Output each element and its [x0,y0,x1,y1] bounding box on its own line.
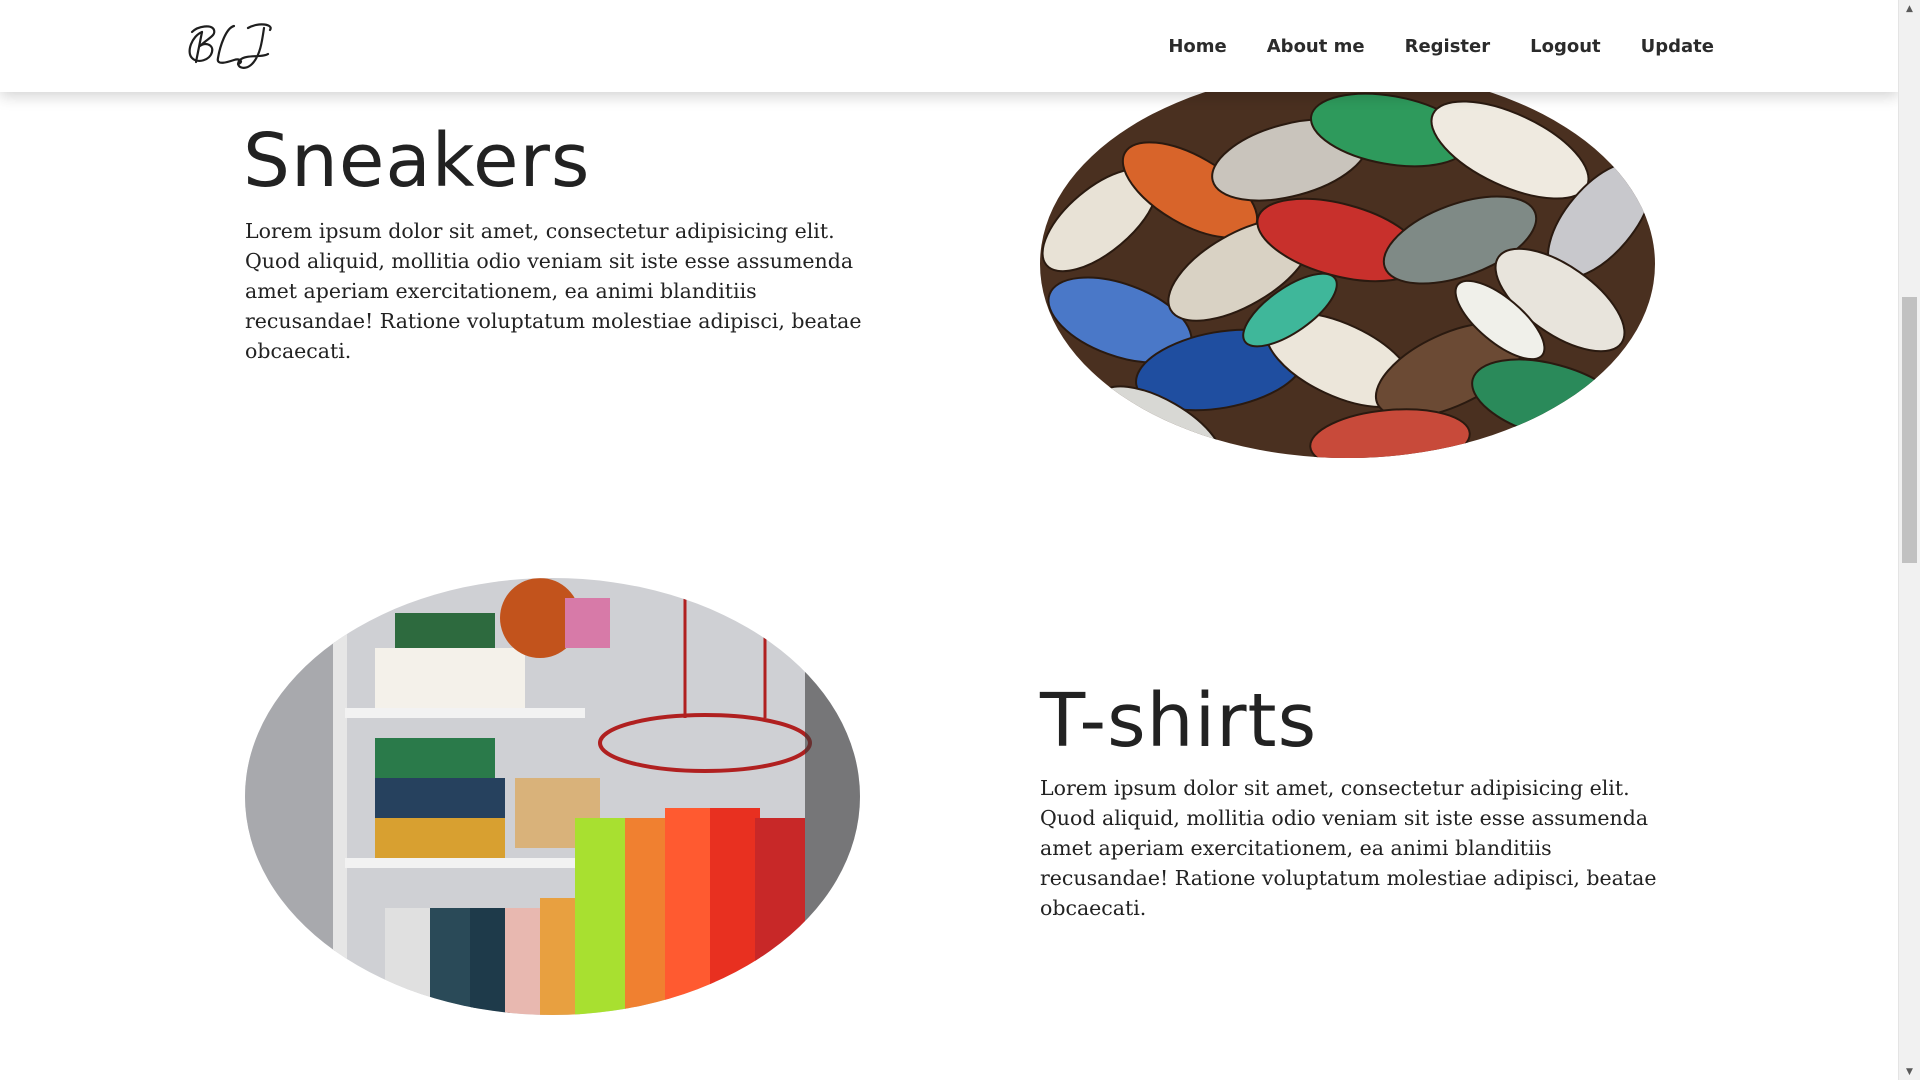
clothing-rack-illustration [245,578,860,1015]
scroll-up-arrow-icon[interactable]: ▲ [1899,0,1920,17]
nav-link-logout[interactable]: Logout [1530,36,1601,57]
logo[interactable] [182,18,286,74]
nav-link-about-me[interactable]: About me [1267,36,1365,57]
sneakers-pile-illustration [1040,70,1655,458]
nav-link-register[interactable]: Register [1405,36,1491,57]
tshirts-image [245,578,860,1015]
nav-link-home[interactable]: Home [1168,36,1226,57]
section-title-sneakers: Sneakers [243,118,591,204]
scrollbar-thumb[interactable] [1902,297,1917,563]
nav-link-update[interactable]: Update [1641,36,1714,57]
section-text-sneakers: Lorem ipsum dolor sit amet, consectetur … [245,219,862,363]
logo-blj-script [188,23,272,69]
section-text-tshirts: Lorem ipsum dolor sit amet, consectetur … [1040,776,1657,920]
section-title-tshirts: T-shirts [1040,678,1318,764]
page-scrollbar[interactable]: ▲ ▼ [1898,0,1920,1080]
scroll-down-arrow-icon[interactable]: ▼ [1899,1063,1920,1080]
nav-menu: Home About me Register Logout Update [1168,0,1714,92]
sneakers-image [1040,70,1655,458]
navbar: Home About me Register Logout Update [0,0,1899,92]
